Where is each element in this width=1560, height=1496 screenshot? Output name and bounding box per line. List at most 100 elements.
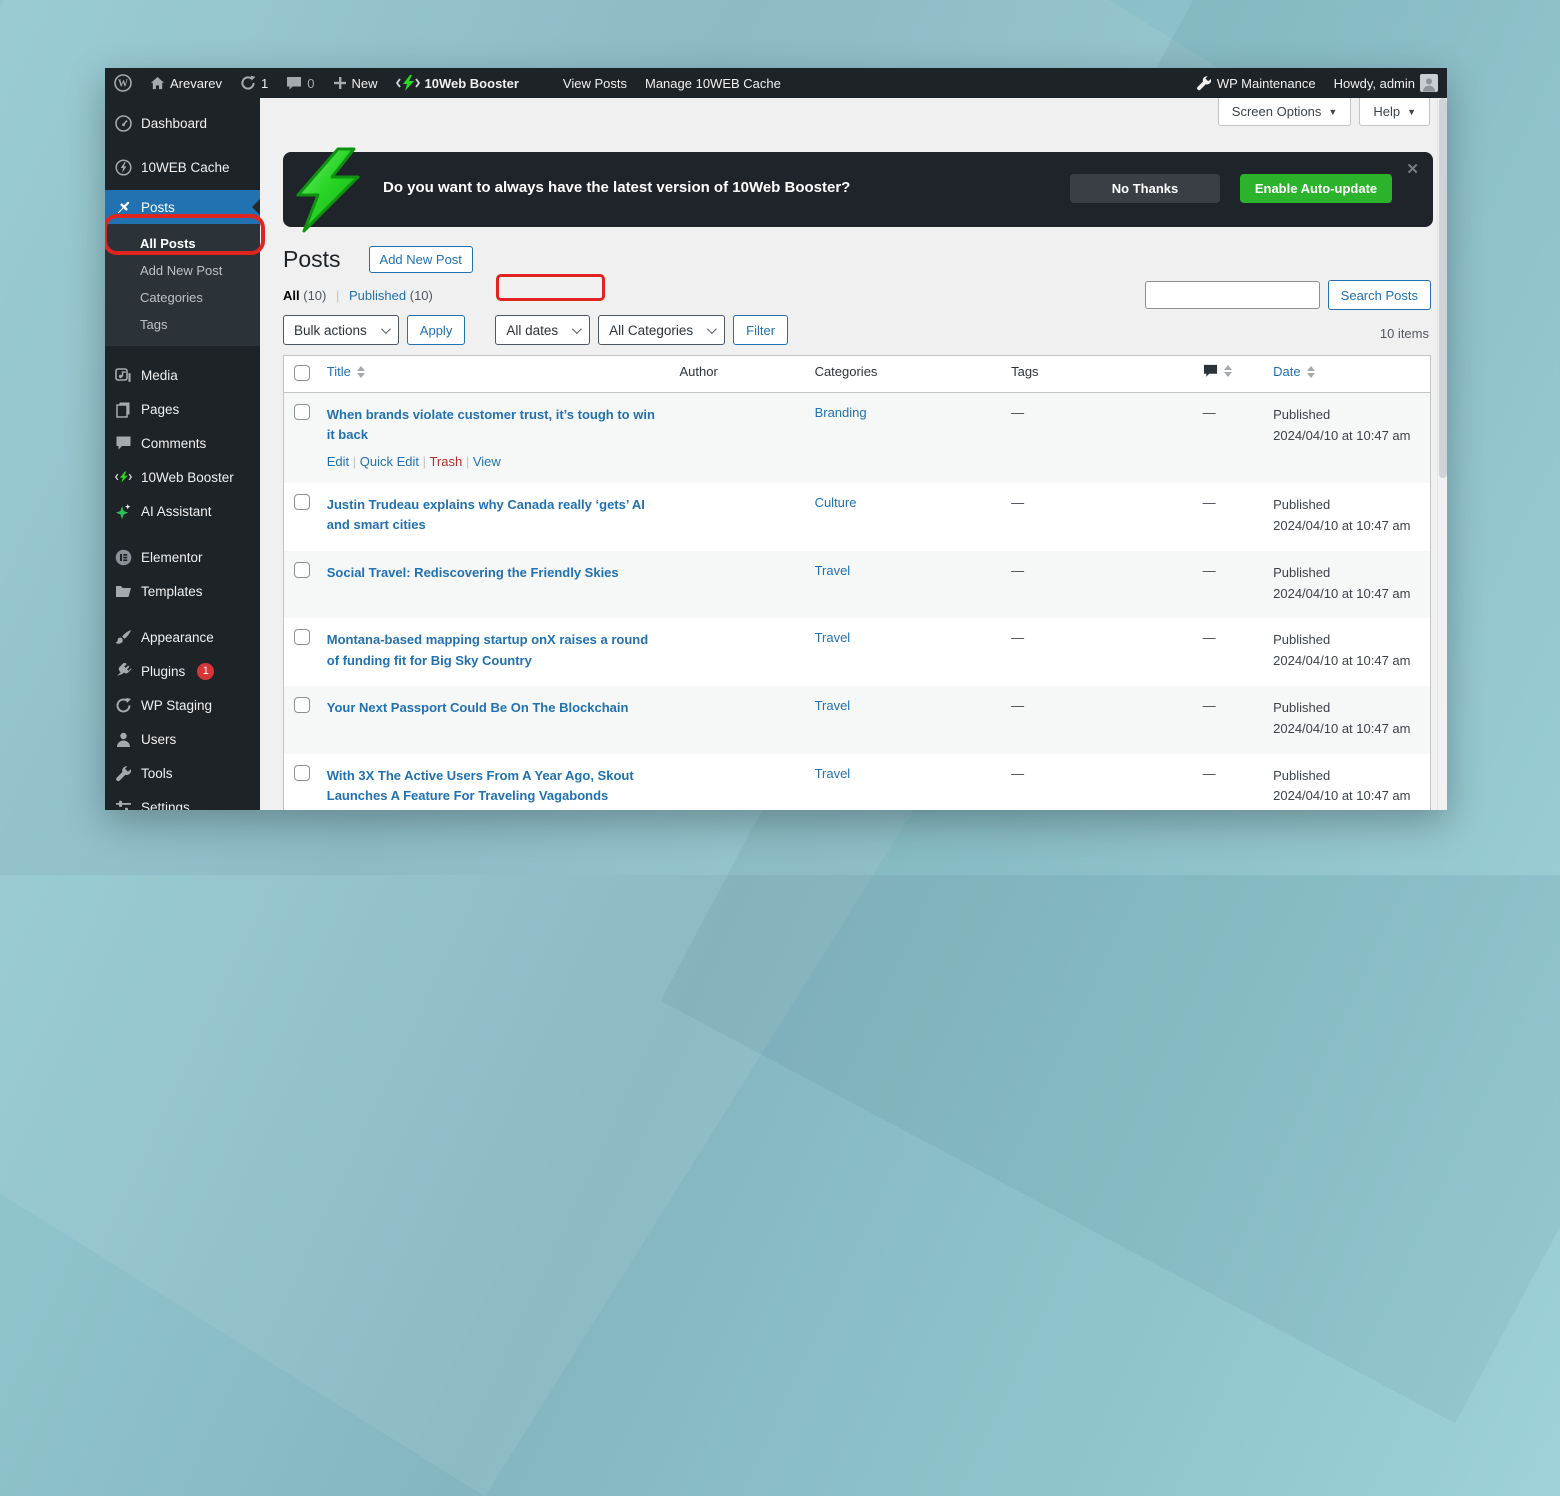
post-title-link[interactable]: When brands violate customer trust, it’s… xyxy=(327,405,660,445)
category-link[interactable]: Culture xyxy=(815,495,857,510)
sidebar-item-media[interactable]: Media xyxy=(105,358,260,392)
category-link[interactable]: Travel xyxy=(815,563,851,578)
sidebar-item-10web-cache[interactable]: 10WEB Cache xyxy=(105,150,260,184)
submenu-all-posts[interactable]: All Posts xyxy=(105,230,260,257)
select-all-checkbox[interactable] xyxy=(294,365,310,381)
wp-maintenance-menu[interactable]: WP Maintenance xyxy=(1187,68,1325,98)
comments-menu[interactable]: 0 xyxy=(277,68,323,98)
category-link[interactable]: Travel xyxy=(815,766,851,781)
sidebar-item-appearance[interactable]: Appearance xyxy=(105,620,260,654)
row-checkbox[interactable] xyxy=(294,494,310,511)
chevron-down-icon xyxy=(572,323,582,334)
filter-button[interactable]: Filter xyxy=(733,315,789,345)
quick-edit-link[interactable]: Quick Edit xyxy=(360,454,419,469)
post-title-link[interactable]: Montana-based mapping startup onX raises… xyxy=(327,630,660,670)
sidebar-item-tools[interactable]: Tools xyxy=(105,756,260,790)
enable-auto-update-button[interactable]: Enable Auto-update xyxy=(1240,174,1392,203)
author-cell xyxy=(670,393,805,484)
scrollbar-thumb[interactable] xyxy=(1439,98,1447,478)
help-button[interactable]: Help ▼ xyxy=(1359,98,1430,126)
sort-title-header[interactable]: Title xyxy=(327,364,365,379)
sidebar-item-dashboard[interactable]: Dashboard xyxy=(105,106,260,140)
chevron-down-icon: ▼ xyxy=(1407,106,1416,117)
all-dates-select[interactable]: All dates xyxy=(495,315,591,345)
edit-link[interactable]: Edit xyxy=(327,454,349,469)
site-name-menu[interactable]: Arevarev xyxy=(141,68,231,98)
sidebar-item-ai-assistant[interactable]: AI Assistant xyxy=(105,494,260,528)
view-all-link[interactable]: All xyxy=(283,288,300,303)
sort-date-header[interactable]: Date xyxy=(1273,364,1315,379)
sidebar-item-posts[interactable]: Posts xyxy=(105,190,260,224)
view-published-link[interactable]: Published xyxy=(349,288,406,303)
sidebar-item-elementor[interactable]: Elementor xyxy=(105,540,260,574)
manage-cache-link[interactable]: Manage 10WEB Cache xyxy=(636,68,790,98)
new-content-menu[interactable]: New xyxy=(324,68,387,98)
search-posts-button[interactable]: Search Posts xyxy=(1327,280,1431,310)
row-checkbox[interactable] xyxy=(294,561,310,578)
account-menu[interactable]: Howdy, admin xyxy=(1325,68,1447,98)
row-checkbox[interactable] xyxy=(294,764,310,781)
wordpress-logo-menu[interactable]: W xyxy=(105,68,141,98)
updates-icon xyxy=(240,75,256,91)
bulk-actions-select[interactable]: Bulk actions xyxy=(283,315,399,345)
booster-label: 10Web Booster xyxy=(424,75,519,91)
sidebar-item-pages[interactable]: Pages xyxy=(105,392,260,426)
comments-cell: — xyxy=(1202,765,1216,781)
plugins-update-badge: 1 xyxy=(197,662,215,680)
updates-menu[interactable]: 1 xyxy=(231,68,277,98)
all-categories-select[interactable]: All Categories xyxy=(598,315,726,345)
category-link[interactable]: Travel xyxy=(815,630,851,645)
row-checkbox[interactable] xyxy=(294,697,310,714)
sort-arrows-icon xyxy=(1223,365,1232,377)
booster-menu[interactable]: 10Web Booster xyxy=(387,68,528,98)
date-cell: Published 2024/04/10 at 10:47 am xyxy=(1273,564,1411,601)
comments-count: 0 xyxy=(307,75,315,91)
comments-cell: — xyxy=(1202,630,1216,646)
author-cell xyxy=(670,483,805,551)
sidebar-item-settings[interactable]: Settings xyxy=(105,790,260,810)
refresh-icon xyxy=(116,697,131,712)
category-link[interactable]: Travel xyxy=(815,698,851,713)
submenu-categories[interactable]: Categories xyxy=(105,284,260,311)
tags-cell: — xyxy=(1011,765,1025,781)
booster-bolt-icon xyxy=(395,75,420,91)
screen-options-button[interactable]: Screen Options ▼ xyxy=(1217,98,1352,126)
post-title-link[interactable]: Justin Trudeau explains why Canada reall… xyxy=(327,495,660,535)
date-cell: Published 2024/04/10 at 10:47 am xyxy=(1273,632,1411,669)
sparkle-icon xyxy=(115,503,131,519)
no-thanks-button[interactable]: No Thanks xyxy=(1070,174,1220,203)
add-new-post-button[interactable]: Add New Post xyxy=(368,246,473,273)
wordpress-logo-icon: W xyxy=(114,74,132,92)
table-row: When brands violate customer trust, it’s… xyxy=(283,392,1431,484)
row-checkbox[interactable] xyxy=(294,629,310,646)
tags-cell: — xyxy=(1011,405,1025,420)
paintbrush-icon xyxy=(115,629,131,644)
scrollbar[interactable] xyxy=(1437,98,1447,810)
view-posts-link[interactable]: View Posts xyxy=(554,68,636,98)
row-checkbox[interactable] xyxy=(294,404,310,420)
view-link[interactable]: View xyxy=(473,454,501,469)
posts-table: Title Author Categories Tags Date When b… xyxy=(283,355,1431,810)
banner-close-icon[interactable]: ✕ xyxy=(1406,160,1419,178)
sidebar-item-users[interactable]: Users xyxy=(105,722,260,756)
chevron-down-icon xyxy=(707,323,718,334)
sidebar-item-wp-staging[interactable]: WP Staging xyxy=(105,688,260,722)
table-row: With 3X The Active Users From A Year Ago… xyxy=(284,754,1431,810)
category-link[interactable]: Branding xyxy=(815,405,867,420)
comments-cell: — xyxy=(1202,562,1216,578)
search-input[interactable] xyxy=(1144,281,1320,309)
plugin-icon xyxy=(117,662,132,676)
post-title-link[interactable]: Your Next Passport Could Be On The Block… xyxy=(327,698,629,718)
post-title-link[interactable]: With 3X The Active Users From A Year Ago… xyxy=(327,766,660,806)
sidebar-item-10web-booster[interactable]: 10Web Booster xyxy=(105,460,260,494)
sidebar-item-templates[interactable]: Templates xyxy=(105,574,260,608)
sort-comments-header[interactable] xyxy=(1203,364,1232,378)
submenu-add-new-post[interactable]: Add New Post xyxy=(105,257,260,284)
trash-link[interactable]: Trash xyxy=(429,454,462,469)
sidebar-item-plugins[interactable]: Plugins 1 xyxy=(105,654,260,688)
post-title-link[interactable]: Social Travel: Rediscovering the Friendl… xyxy=(327,563,619,583)
submenu-tags[interactable]: Tags xyxy=(105,311,260,338)
sidebar-item-comments[interactable]: Comments xyxy=(105,426,260,460)
tags-cell: — xyxy=(1011,562,1025,578)
apply-button[interactable]: Apply xyxy=(406,315,466,345)
